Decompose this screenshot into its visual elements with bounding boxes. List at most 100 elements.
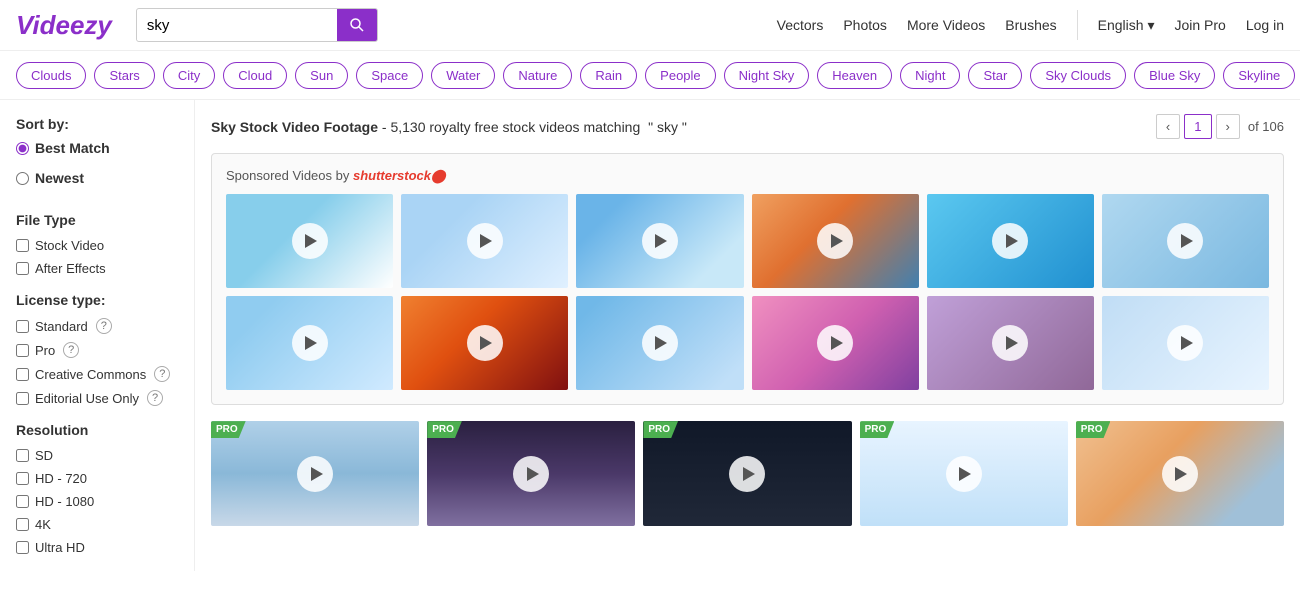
license-creative-commons[interactable]: Creative Commons ? <box>16 366 178 382</box>
play-button-7[interactable] <box>292 325 328 361</box>
sd-checkbox[interactable] <box>16 449 29 462</box>
sort-best-match-radio[interactable] <box>16 142 29 155</box>
tag-star[interactable]: Star <box>968 62 1022 89</box>
play-button-pro-3[interactable] <box>729 456 765 492</box>
editorial-checkbox[interactable] <box>16 392 29 405</box>
tag-cloud[interactable]: Cloud <box>223 62 287 89</box>
sponsored-video-1[interactable] <box>226 194 393 288</box>
pro-video-2[interactable]: PRO <box>427 421 635 526</box>
pro-badge-4: PRO <box>860 421 895 438</box>
sponsored-video-4[interactable] <box>752 194 919 288</box>
tag-skyline[interactable]: Skyline <box>1223 62 1295 89</box>
play-button-5[interactable] <box>992 223 1028 259</box>
play-button-1[interactable] <box>292 223 328 259</box>
ultra-hd-checkbox[interactable] <box>16 541 29 554</box>
sponsored-video-9[interactable] <box>576 296 743 390</box>
res-hd720[interactable]: HD - 720 <box>16 471 178 486</box>
play-button-pro-1[interactable] <box>297 456 333 492</box>
res-ultra-hd[interactable]: Ultra HD <box>16 540 178 555</box>
tag-heaven[interactable]: Heaven <box>817 62 892 89</box>
play-button-12[interactable] <box>1167 325 1203 361</box>
sponsored-video-7[interactable] <box>226 296 393 390</box>
tag-night[interactable]: Night <box>900 62 960 89</box>
tag-people[interactable]: People <box>645 62 715 89</box>
sponsored-video-5[interactable] <box>927 194 1094 288</box>
join-pro-link[interactable]: Join Pro <box>1174 17 1225 33</box>
play-button-9[interactable] <box>642 325 678 361</box>
pagination-next[interactable]: › <box>1216 114 1240 139</box>
pro-badge-5: PRO <box>1076 421 1111 438</box>
sponsored-video-grid-row2 <box>226 296 1269 390</box>
license-pro[interactable]: Pro ? <box>16 342 178 358</box>
pro-help-icon[interactable]: ? <box>63 342 79 358</box>
sponsored-video-11[interactable] <box>927 296 1094 390</box>
sort-newest-radio[interactable] <box>16 172 29 185</box>
play-button-8[interactable] <box>467 325 503 361</box>
tag-clouds[interactable]: Clouds <box>16 62 86 89</box>
hd720-checkbox[interactable] <box>16 472 29 485</box>
after-effects-checkbox[interactable] <box>16 262 29 275</box>
creative-commons-help-icon[interactable]: ? <box>154 366 170 382</box>
file-stock-video[interactable]: Stock Video <box>16 238 178 253</box>
tag-water[interactable]: Water <box>431 62 495 89</box>
res-sd[interactable]: SD <box>16 448 178 463</box>
nav-photos[interactable]: Photos <box>843 17 887 33</box>
tag-nature[interactable]: Nature <box>503 62 572 89</box>
tag-night-sky[interactable]: Night Sky <box>724 62 810 89</box>
play-button-6[interactable] <box>1167 223 1203 259</box>
sponsored-video-2[interactable] <box>401 194 568 288</box>
stock-video-checkbox[interactable] <box>16 239 29 252</box>
play-button-4[interactable] <box>817 223 853 259</box>
play-button-10[interactable] <box>817 325 853 361</box>
sponsored-video-3[interactable] <box>576 194 743 288</box>
standard-checkbox[interactable] <box>16 320 29 333</box>
nav-more-videos[interactable]: More Videos <box>907 17 985 33</box>
tag-stars[interactable]: Stars <box>94 62 154 89</box>
license-editorial[interactable]: Editorial Use Only ? <box>16 390 178 406</box>
play-button-pro-5[interactable] <box>1162 456 1198 492</box>
pagination-total: of 106 <box>1248 119 1284 134</box>
results-count: - 5,130 royalty free stock videos matchi… <box>382 119 640 135</box>
sponsored-video-12[interactable] <box>1102 296 1269 390</box>
tag-sky-clouds[interactable]: Sky Clouds <box>1030 62 1126 89</box>
sort-newest[interactable]: Newest <box>16 170 178 186</box>
pro-video-4[interactable]: PRO <box>860 421 1068 526</box>
editorial-help-icon[interactable]: ? <box>147 390 163 406</box>
pagination-prev[interactable]: ‹ <box>1156 114 1180 139</box>
tag-city[interactable]: City <box>163 62 215 89</box>
tag-sun[interactable]: Sun <box>295 62 348 89</box>
sponsored-video-10[interactable] <box>752 296 919 390</box>
search-input[interactable] <box>137 11 337 40</box>
pro-badge-3: PRO <box>643 421 678 438</box>
pagination-current: 1 <box>1184 114 1211 139</box>
search-button[interactable] <box>337 9 377 41</box>
play-button-pro-4[interactable] <box>946 456 982 492</box>
tag-space[interactable]: Space <box>356 62 423 89</box>
play-button-11[interactable] <box>992 325 1028 361</box>
pro-video-5[interactable]: PRO <box>1076 421 1284 526</box>
tag-blue-sky[interactable]: Blue Sky <box>1134 62 1215 89</box>
pro-checkbox[interactable] <box>16 344 29 357</box>
play-button-2[interactable] <box>467 223 503 259</box>
sponsored-video-6[interactable] <box>1102 194 1269 288</box>
sort-best-match[interactable]: Best Match <box>16 140 178 156</box>
login-link[interactable]: Log in <box>1246 17 1284 33</box>
play-button-3[interactable] <box>642 223 678 259</box>
tag-rain[interactable]: Rain <box>580 62 637 89</box>
file-after-effects[interactable]: After Effects <box>16 261 178 276</box>
res-4k[interactable]: 4K <box>16 517 178 532</box>
play-button-pro-2[interactable] <box>513 456 549 492</box>
sponsored-video-8[interactable] <box>401 296 568 390</box>
nav-vectors[interactable]: Vectors <box>777 17 824 33</box>
nav-brushes[interactable]: Brushes <box>1005 17 1056 33</box>
language-selector[interactable]: English ▾ <box>1098 17 1155 34</box>
hd1080-checkbox[interactable] <box>16 495 29 508</box>
search-icon <box>349 17 365 33</box>
license-standard[interactable]: Standard ? <box>16 318 178 334</box>
pro-video-1[interactable]: PRO <box>211 421 419 526</box>
pro-video-3[interactable]: PRO <box>643 421 851 526</box>
res-hd1080[interactable]: HD - 1080 <box>16 494 178 509</box>
standard-help-icon[interactable]: ? <box>96 318 112 334</box>
creative-commons-checkbox[interactable] <box>16 368 29 381</box>
4k-checkbox[interactable] <box>16 518 29 531</box>
